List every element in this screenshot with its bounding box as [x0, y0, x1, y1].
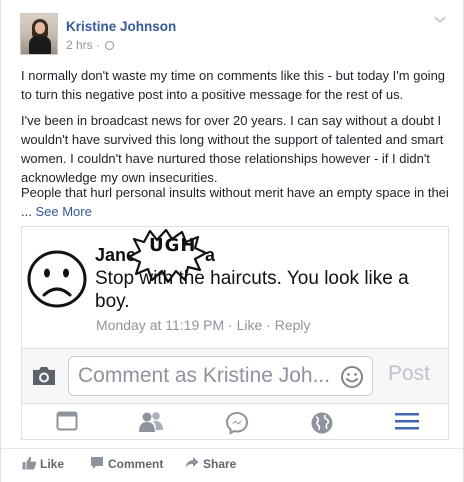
comment-label: Comment	[108, 457, 164, 471]
friends-icon[interactable]	[138, 411, 164, 433]
comment-meta: Monday at 11:19 PM · Like · Reply	[96, 317, 311, 333]
see-more-link[interactable]: See More	[35, 204, 91, 219]
news-feed-icon[interactable]	[56, 411, 78, 431]
post-meta: 2 hrs ·	[66, 38, 115, 52]
post-action-bar: Like Comment Share	[1, 448, 463, 477]
comment-composer: Post	[22, 348, 448, 404]
avatar-face	[35, 22, 45, 34]
post-paragraph-2: I've been in broadcast news for over 20 …	[21, 113, 444, 185]
menu-icon[interactable]	[395, 411, 419, 431]
share-arrow-icon	[185, 457, 199, 468]
comment-input[interactable]	[68, 356, 373, 396]
embedded-screenshot[interactable]: Jane a UGH Stop with the haircuts. You l…	[21, 226, 449, 440]
author-avatar[interactable]	[20, 13, 58, 55]
comment-dot-2: ·	[262, 317, 275, 333]
post-paragraph-1: I normally don't waste my time on commen…	[21, 68, 446, 102]
comment-bubble-icon	[91, 457, 103, 469]
public-globe-icon[interactable]	[105, 41, 115, 50]
comment-dot-1: ·	[224, 317, 237, 333]
like-label: Like	[40, 457, 65, 471]
emoji-icon[interactable]	[340, 365, 364, 389]
author-name[interactable]: Kristine Johnson	[66, 19, 176, 34]
globe-icon[interactable]	[310, 411, 334, 435]
see-more-prefix: ...	[21, 204, 36, 219]
post-timestamp[interactable]: 2 hrs	[66, 38, 93, 52]
post-paragraph-3-text: People that hurl personal insults withou…	[21, 185, 449, 200]
avatar-body	[29, 36, 51, 54]
post-options-chevron-icon[interactable]	[434, 15, 446, 25]
comment-time[interactable]: Monday at 11:19 PM	[96, 317, 224, 333]
camera-icon[interactable]	[31, 365, 57, 387]
frowning-face-icon	[27, 250, 87, 308]
share-label: Share	[203, 457, 237, 471]
comment-like-link[interactable]: Like	[237, 317, 263, 333]
comment-body: Stop with the haircuts. You look like a …	[95, 268, 409, 312]
post-comment-button[interactable]: Post	[388, 362, 430, 386]
post-card: Kristine Johnson 2 hrs · I normally don'…	[0, 0, 464, 482]
bottom-tab-bar	[22, 404, 448, 439]
post-paragraph-3: People that hurl personal insults withou…	[21, 183, 449, 221]
meta-separator: ·	[96, 38, 101, 52]
messenger-icon[interactable]	[225, 411, 249, 435]
thumbs-up-icon	[22, 456, 37, 470]
comment-reply-link[interactable]: Reply	[275, 317, 311, 333]
ugh-sticker-text: UGH	[149, 235, 197, 256]
